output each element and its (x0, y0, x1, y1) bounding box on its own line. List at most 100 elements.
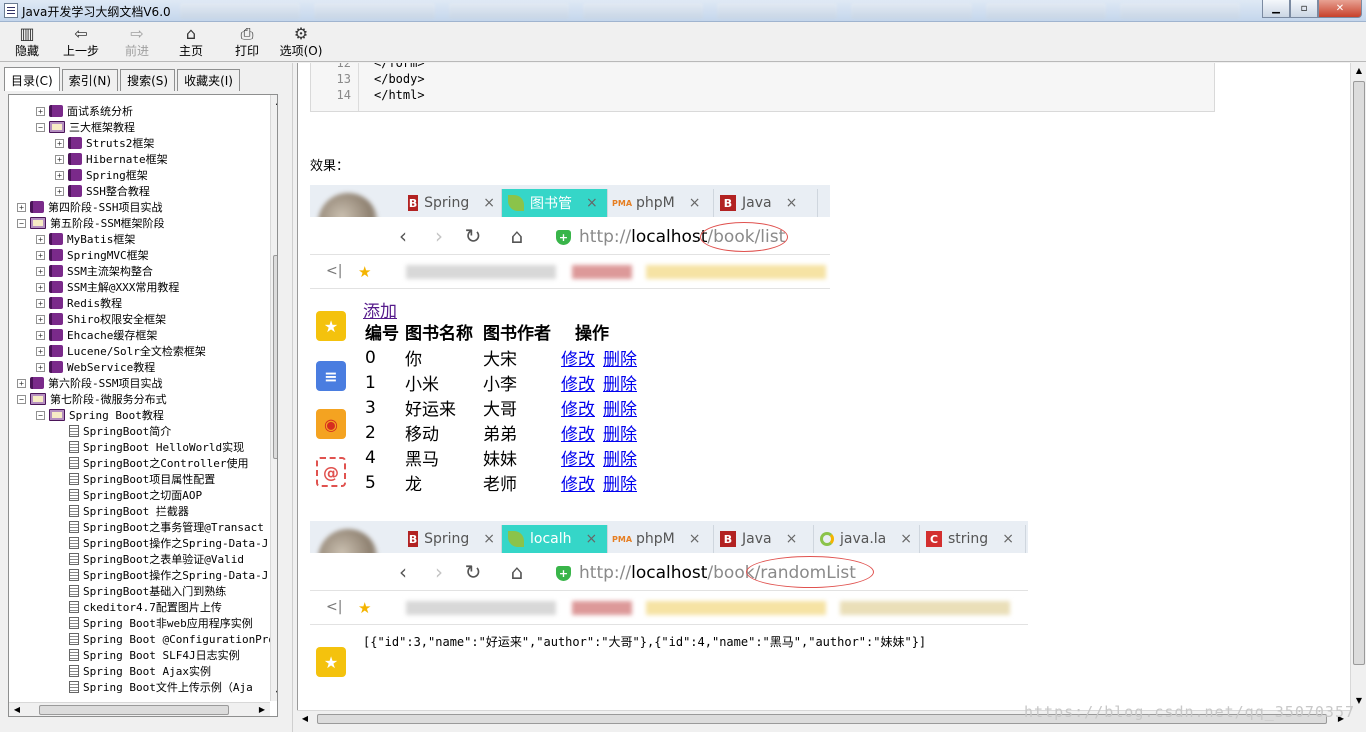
browser-tab[interactable]: B Spring × (402, 525, 502, 553)
browser-tab[interactable]: java.la × (814, 525, 920, 553)
browser-tab[interactable]: PMA phpM × (608, 189, 714, 217)
favorites-star-icon[interactable]: ★ (316, 311, 346, 341)
expand-icon[interactable]: + (36, 330, 45, 340)
home-icon[interactable]: ⌂ (506, 225, 528, 247)
nav-tab-2[interactable]: 搜索(S) (120, 69, 176, 91)
tab-close-icon[interactable]: × (689, 531, 701, 547)
scroll-left-icon[interactable]: ◀ (9, 703, 25, 716)
scroll-down-icon[interactable]: ▼ (271, 687, 277, 701)
home-icon[interactable]: ⌂ (506, 561, 528, 583)
tree-item[interactable]: Spring Boot非web应用程序实例 (69, 615, 253, 631)
delete-link[interactable]: 删除 (603, 475, 637, 495)
expand-icon[interactable]: + (36, 266, 45, 276)
browser-tab[interactable]: localh × (502, 525, 608, 553)
expand-icon[interactable]: + (17, 202, 26, 212)
edit-link[interactable]: 修改 (561, 475, 595, 495)
browser-tab[interactable]: B Java × (714, 189, 818, 217)
tree-item[interactable]: + Spring框架 (55, 167, 148, 183)
content-vertical-scrollbar[interactable]: ▲ ▼ (1350, 63, 1366, 710)
tree-item[interactable]: SpringBoot HelloWorld实现 (69, 439, 244, 455)
tree-item[interactable]: ckeditor4.7配置图片上传 (69, 599, 222, 615)
browser-tab[interactable]: B Spring × (402, 189, 502, 217)
tree-item[interactable]: SpringBoot之表单验证@Valid (69, 551, 244, 567)
scroll-up-icon[interactable]: ▲ (1351, 63, 1366, 79)
toolbar-print-button[interactable]: ⎙ 打印 (222, 24, 272, 60)
bookmark-star-icon[interactable]: ★ (358, 263, 371, 281)
tree-item[interactable]: − Spring Boot教程 (36, 407, 164, 423)
delete-link[interactable]: 删除 (603, 450, 637, 470)
delete-link[interactable]: 删除 (603, 375, 637, 395)
tree-item[interactable]: − 三大框架教程 (36, 119, 135, 135)
tree-item[interactable]: + SSM主解@XXX常用教程 (36, 279, 179, 295)
collapse-icon[interactable]: <| (326, 599, 342, 615)
nav-tab-1[interactable]: 索引(N) (61, 69, 119, 91)
browser-tab[interactable]: Cstring × (920, 525, 1026, 553)
expand-icon[interactable]: + (17, 378, 26, 388)
tree-item[interactable]: SpringBoot之Controller使用 (69, 455, 248, 471)
bookmark-star-icon[interactable]: ★ (358, 599, 371, 617)
expand-icon[interactable]: + (36, 346, 45, 356)
tree-item[interactable]: + Hibernate框架 (55, 151, 168, 167)
toolbar-home-button[interactable]: ⌂ 主页 (166, 24, 216, 60)
expand-icon[interactable]: + (36, 282, 45, 292)
minimize-button[interactable]: ▁ (1262, 0, 1290, 18)
tab-close-icon[interactable]: × (586, 531, 598, 547)
tree-item[interactable]: + SSM主流架构整合 (36, 263, 153, 279)
tree-item[interactable]: + Shiro权限安全框架 (36, 311, 166, 327)
toolbar-options-button[interactable]: ⚙ 选项(O) (276, 24, 326, 60)
scroll-up-icon[interactable]: ▲ (271, 95, 277, 109)
news-app-icon[interactable]: ≡ (316, 361, 346, 391)
weibo-icon[interactable]: ◉ (316, 409, 346, 439)
scroll-left-icon[interactable]: ◀ (297, 711, 313, 727)
tree-item[interactable]: Spring Boot Ajax实例 (69, 663, 211, 679)
tree-item[interactable]: SpringBoot操作之Spring-Data-J (69, 567, 268, 583)
tree-horizontal-scrollbar[interactable]: ◀ ▶ (9, 702, 270, 716)
tree-item[interactable]: + MyBatis框架 (36, 231, 135, 247)
tree-item[interactable]: SpringBoot之事务管理@Transact (69, 519, 264, 535)
forward-icon[interactable]: › (428, 225, 450, 247)
maximize-button[interactable]: ▫ (1290, 0, 1318, 18)
reload-icon[interactable]: ↻ (462, 225, 484, 247)
favorites-star-icon[interactable]: ★ (316, 647, 346, 677)
tab-close-icon[interactable]: × (586, 195, 598, 211)
tree-item[interactable]: SpringBoot简介 (69, 423, 171, 439)
toolbar-forward-button[interactable]: ⇨ 前进 (112, 24, 162, 60)
browser-tab[interactable]: PMA phpM × (608, 525, 714, 553)
expand-icon[interactable]: + (55, 138, 64, 148)
edit-link[interactable]: 修改 (561, 375, 595, 395)
tree-item[interactable]: Spring Boot @ConfigurationPro (69, 631, 275, 647)
collapse-icon[interactable]: − (17, 218, 26, 228)
toolbar-hide-button[interactable]: ▥ 隐藏 (2, 24, 52, 60)
collapse-icon[interactable]: − (17, 394, 26, 404)
tree-item[interactable]: + WebService教程 (36, 359, 155, 375)
tree-item[interactable]: + SSH整合教程 (55, 183, 150, 199)
edit-link[interactable]: 修改 (561, 400, 595, 420)
collapse-icon[interactable]: − (36, 410, 45, 420)
delete-link[interactable]: 删除 (603, 425, 637, 445)
tab-close-icon[interactable]: × (900, 531, 912, 547)
tree-item[interactable]: + 第六阶段-SSM项目实战 (17, 375, 163, 391)
tree-item[interactable]: Spring Boot SLF4J日志实例 (69, 647, 240, 663)
tree-item[interactable]: + 面试系统分析 (36, 103, 133, 119)
expand-icon[interactable]: + (55, 186, 64, 196)
toolbar-back-button[interactable]: ⇦ 上一步 (56, 24, 106, 60)
close-button[interactable]: ✕ (1318, 0, 1362, 18)
browser-tab[interactable]: 图书管 × (502, 189, 608, 217)
back-icon[interactable]: ‹ (392, 225, 414, 247)
nav-tab-0[interactable]: 目录(C) (4, 67, 60, 91)
tab-close-icon[interactable]: × (786, 195, 798, 211)
tab-close-icon[interactable]: × (483, 531, 495, 547)
tree-item[interactable]: SpringBoot之切面AOP (69, 487, 202, 503)
delete-link[interactable]: 删除 (603, 400, 637, 420)
tree-item[interactable]: SpringBoot基础入门到熟练 (69, 583, 226, 599)
tree-item[interactable]: + SpringMVC框架 (36, 247, 149, 263)
expand-icon[interactable]: + (36, 362, 45, 372)
tree-item[interactable]: SpringBoot项目属性配置 (69, 471, 215, 487)
forward-icon[interactable]: › (428, 561, 450, 583)
tab-close-icon[interactable]: × (483, 195, 495, 211)
tree-item[interactable]: + Lucene/Solr全文检索框架 (36, 343, 206, 359)
expand-icon[interactable]: + (36, 250, 45, 260)
edit-link[interactable]: 修改 (561, 350, 595, 370)
tree-scroll-thumb[interactable] (273, 255, 277, 459)
tree-item[interactable]: + Struts2框架 (55, 135, 154, 151)
